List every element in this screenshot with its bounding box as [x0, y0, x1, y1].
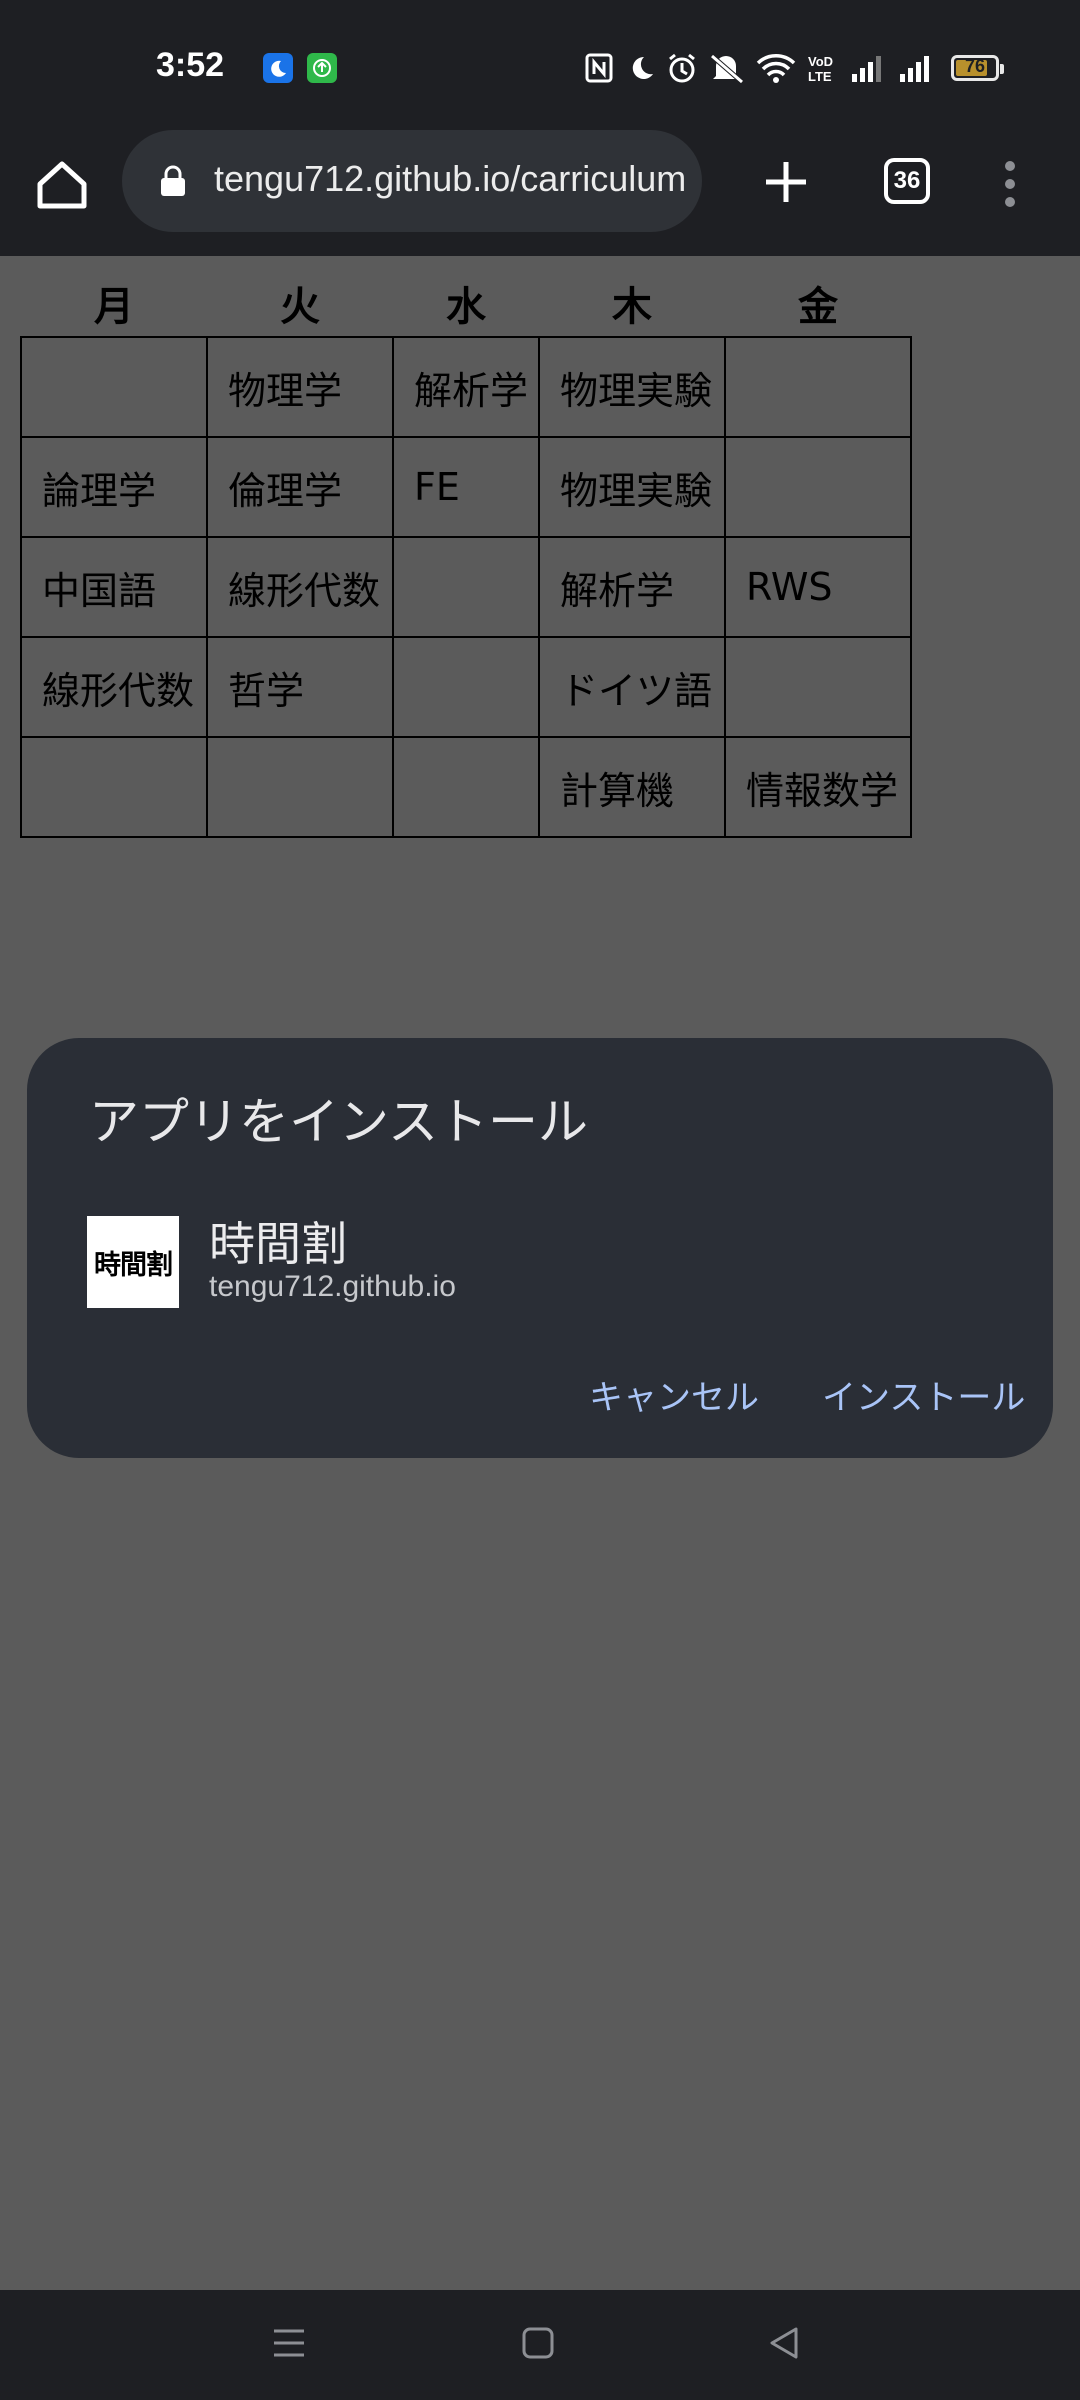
day-header: 金	[798, 284, 838, 330]
table-cell	[724, 336, 912, 438]
svg-text:LTE: LTE	[808, 69, 832, 84]
table-cell	[392, 636, 540, 738]
browser-toolbar: tengu712.github.io/carriculum 36	[0, 130, 1080, 256]
table-cell: FE	[392, 436, 540, 538]
day-header: 木	[612, 284, 652, 330]
alarm-icon	[669, 53, 695, 83]
table-cell: 解析学	[392, 336, 540, 438]
battery-level: 76	[964, 56, 986, 76]
table-cell: 物理実験	[538, 336, 726, 438]
day-header: 水	[446, 284, 486, 330]
volte-icon: VoDLTE	[808, 54, 833, 84]
wifi-icon	[756, 54, 796, 83]
lock-icon	[161, 165, 185, 196]
timetable-header-row: 月 火 水 木 金	[21, 270, 911, 337]
app-domain: tengu712.github.io	[209, 1270, 456, 1303]
signal-icon-2	[900, 56, 929, 82]
table-row: 物理学 解析学 物理実験	[20, 336, 912, 438]
home-icon[interactable]	[30, 154, 94, 218]
nfc-icon	[585, 53, 613, 83]
app-icon: 時間割	[87, 1216, 179, 1308]
app-icon-text: 時間割	[94, 1249, 173, 1281]
table-cell: ドイツ語	[538, 636, 726, 738]
table-row: 線形代数 哲学 ドイツ語	[20, 636, 912, 738]
back-icon[interactable]	[764, 2323, 804, 2363]
tab-count: 36	[893, 167, 921, 194]
system-nav-bar	[0, 2290, 1080, 2400]
table-cell: 倫理学	[206, 436, 394, 538]
table-cell: RWS	[724, 536, 912, 638]
table-cell: 線形代数	[206, 536, 394, 638]
url-text[interactable]: tengu712.github.io/carriculum	[214, 158, 686, 200]
table-cell: 線形代数	[20, 636, 208, 738]
table-cell: 計算機	[538, 736, 726, 838]
signal-icon	[852, 56, 881, 82]
dialog-title: アプリをインストール	[89, 1093, 588, 1151]
url-bar[interactable]: tengu712.github.io/carriculum	[122, 130, 702, 232]
day-header: 月	[94, 284, 134, 330]
table-cell	[20, 336, 208, 438]
table-cell	[392, 536, 540, 638]
battery-icon: 76	[951, 55, 1004, 81]
cancel-button[interactable]: キャンセル	[589, 1370, 759, 1419]
moon-app-icon	[263, 53, 293, 83]
home-nav-icon[interactable]	[520, 2323, 556, 2363]
day-header: 火	[280, 284, 320, 330]
table-cell	[20, 736, 208, 838]
table-cell: 哲学	[206, 636, 394, 738]
table-cell	[724, 436, 912, 538]
table-cell: 中国語	[20, 536, 208, 638]
table-cell: 物理学	[206, 336, 394, 438]
app-name: 時間割	[209, 1217, 347, 1271]
table-cell: 解析学	[538, 536, 726, 638]
green-app-icon	[307, 53, 337, 83]
table-cell	[206, 736, 394, 838]
more-menu-icon[interactable]	[998, 154, 1022, 214]
table-cell	[724, 636, 912, 738]
svg-text:VoD: VoD	[808, 54, 833, 69]
install-app-dialog: アプリをインストール 時間割 時間割 tengu712.github.io キャ…	[27, 1038, 1053, 1458]
table-row: 計算機 情報数学	[20, 736, 912, 838]
table-cell: 物理実験	[538, 436, 726, 538]
table-cell: 情報数学	[724, 736, 912, 838]
table-row: 中国語 線形代数 解析学 RWS	[20, 536, 912, 638]
status-time: 3:52	[156, 46, 225, 84]
timetable: 月 火 水 木 金 物理学 解析学 物理実験 論理学 倫理学 FE 物理実験 中…	[20, 270, 912, 838]
table-row: 論理学 倫理学 FE 物理実験	[20, 436, 912, 538]
status-bar: 3:52 VoD LTE 76	[0, 0, 1080, 130]
recent-apps-icon[interactable]	[270, 2323, 308, 2363]
install-button[interactable]: インストール	[822, 1370, 1025, 1419]
mute-icon	[710, 54, 744, 84]
do-not-disturb-icon	[632, 56, 653, 79]
table-cell	[392, 736, 540, 838]
tab-switcher-button[interactable]: 36	[884, 158, 930, 204]
table-cell: 論理学	[20, 436, 208, 538]
new-tab-icon[interactable]	[758, 154, 814, 210]
